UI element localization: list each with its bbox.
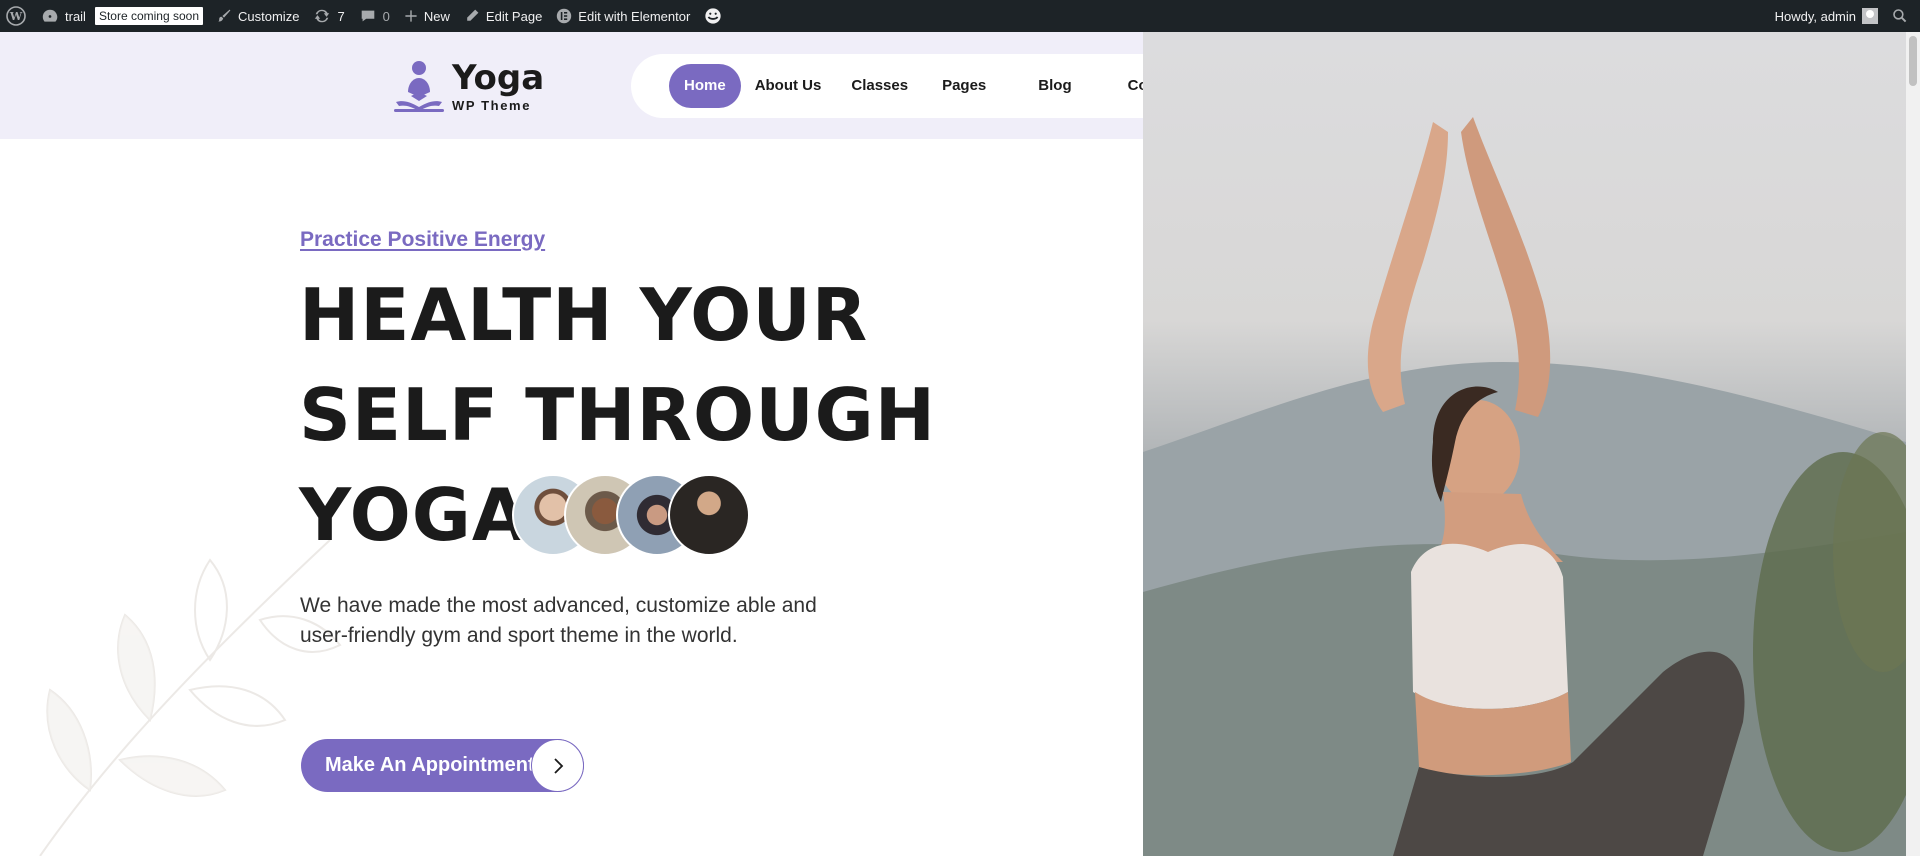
new-content-link[interactable]: New bbox=[397, 0, 457, 32]
plus-icon bbox=[405, 10, 417, 22]
admin-bar: W trail Store coming soon Customize 7 0 … bbox=[0, 0, 1920, 32]
hero-description: We have made the most advanced, customiz… bbox=[300, 594, 817, 647]
hero-tagline[interactable]: Practice Positive Energy bbox=[300, 228, 545, 252]
brush-icon bbox=[218, 9, 231, 22]
meditation-logo-icon bbox=[394, 61, 444, 112]
cta-label: Make An Appointment bbox=[325, 754, 535, 776]
smiley-icon bbox=[705, 8, 721, 24]
edit-elementor-label: Edit with Elementor bbox=[578, 8, 691, 24]
site-name: trail bbox=[65, 8, 86, 24]
edit-page-link[interactable]: Edit Page bbox=[457, 0, 549, 32]
edit-elementor-link[interactable]: Edit with Elementor bbox=[549, 0, 697, 32]
edit-page-label: Edit Page bbox=[485, 8, 543, 24]
member-avatars bbox=[512, 474, 750, 556]
comments-count: 0 bbox=[382, 8, 390, 24]
updates-link[interactable]: 7 bbox=[306, 0, 351, 32]
elementor-icon bbox=[557, 8, 572, 24]
nav-item-blog[interactable]: Blog bbox=[1023, 64, 1086, 108]
admin-avatar bbox=[1862, 8, 1878, 24]
search-icon bbox=[1893, 9, 1907, 23]
hero-headline-line-2: SELF THROUGH bbox=[299, 373, 937, 457]
theme-switch-link[interactable] bbox=[697, 0, 729, 32]
svg-text:W: W bbox=[9, 10, 23, 23]
hero-headline-line-3: YOGA bbox=[299, 473, 529, 557]
make-appointment-button[interactable]: Make An Appointment bbox=[301, 739, 584, 792]
customize-link[interactable]: Customize bbox=[209, 0, 306, 32]
nav-item-pages[interactable]: Pages bbox=[927, 64, 1001, 108]
admin-search-button[interactable] bbox=[1885, 0, 1920, 32]
leaf-decoration bbox=[39, 539, 342, 856]
my-account-menu[interactable]: Howdy, admin bbox=[1768, 0, 1885, 32]
nav-item-home[interactable]: Home bbox=[669, 64, 741, 108]
member-avatar bbox=[668, 474, 750, 556]
hero-yoga-photo bbox=[1143, 32, 1906, 856]
updates-icon bbox=[315, 9, 330, 23]
dashboard-icon bbox=[42, 9, 58, 22]
greeting: Howdy, admin bbox=[1774, 8, 1856, 24]
logo-subtitle: WP Theme bbox=[452, 97, 532, 113]
page-scrollbar[interactable] bbox=[1906, 32, 1920, 856]
updates-count: 7 bbox=[337, 8, 345, 24]
nav-item-classes[interactable]: Classes bbox=[836, 64, 923, 108]
nav-item-about-us[interactable]: About Us bbox=[740, 64, 837, 108]
scrollbar-thumb[interactable] bbox=[1909, 36, 1917, 86]
store-coming-soon-badge[interactable]: Store coming soon bbox=[94, 7, 204, 25]
logo-title: Yoga bbox=[452, 57, 545, 98]
new-label: New bbox=[423, 8, 450, 24]
comment-icon bbox=[361, 10, 374, 22]
comments-link[interactable]: 0 bbox=[352, 0, 397, 32]
customize-label: Customize bbox=[238, 8, 300, 24]
hero-headline-line-1: HEALTH YOUR bbox=[299, 273, 869, 357]
pencil-icon bbox=[467, 9, 479, 21]
site-name-menu[interactable]: trail bbox=[34, 0, 93, 32]
wordpress-logo-icon[interactable]: W bbox=[0, 0, 34, 32]
chevron-right-icon bbox=[531, 739, 584, 792]
site-logo[interactable]: Yoga WP Theme bbox=[392, 58, 544, 114]
